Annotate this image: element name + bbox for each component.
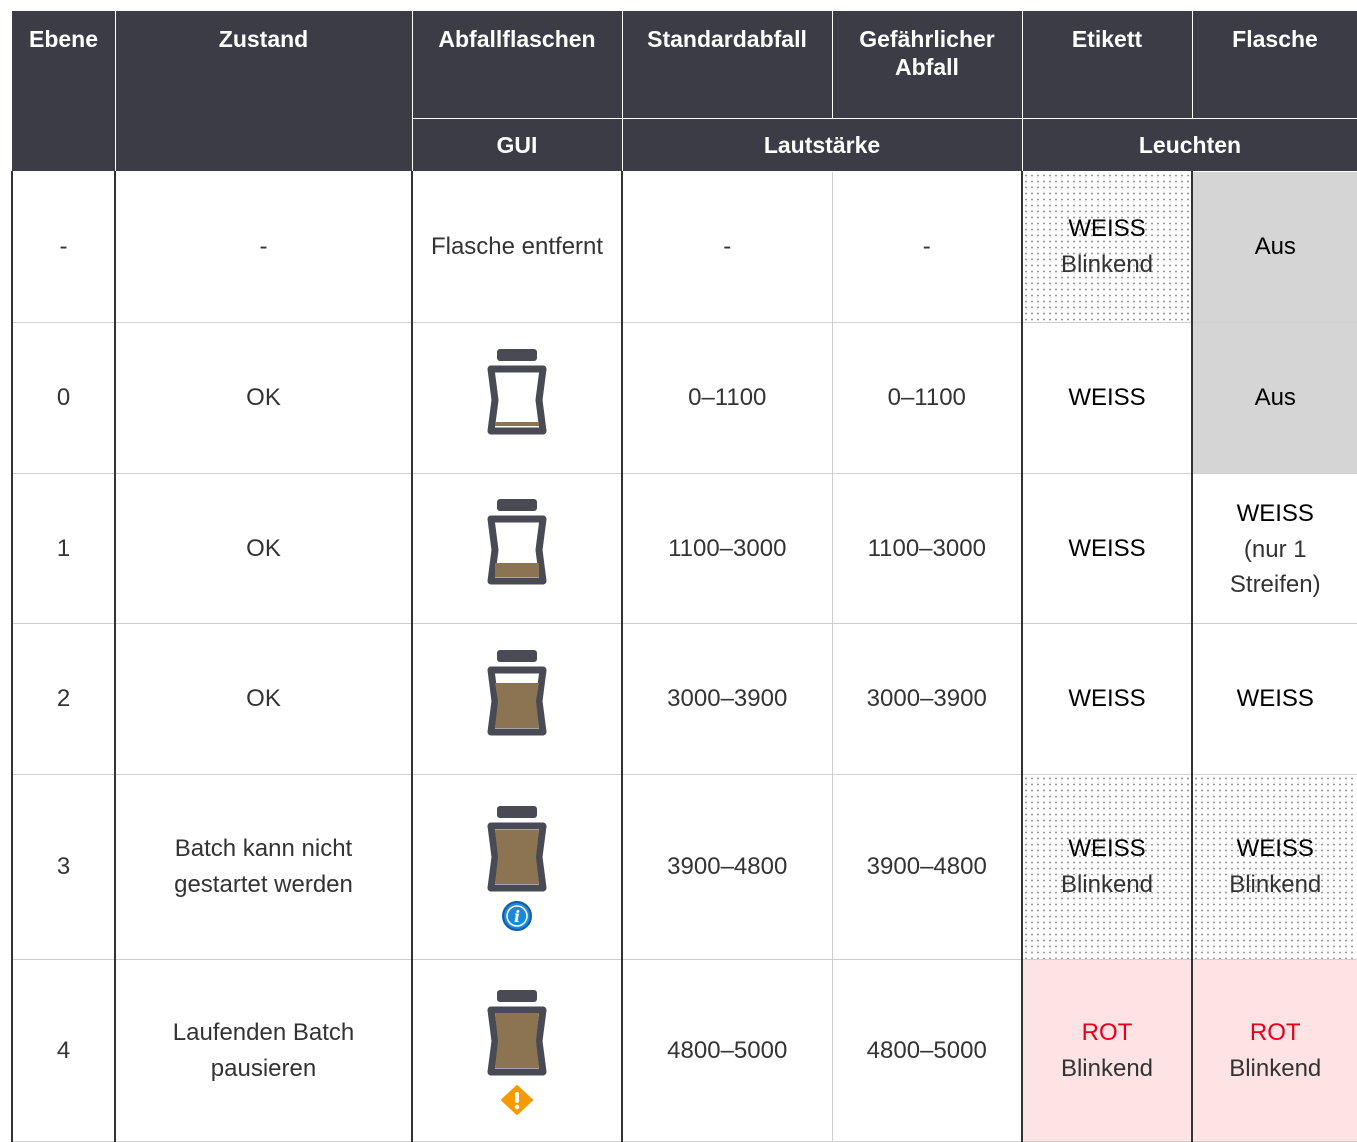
hazardous-volume-cell: - bbox=[831, 171, 1023, 323]
standard-volume-cell: 3000–3900 bbox=[621, 623, 833, 775]
label-light-mode: Blinkend bbox=[1060, 871, 1154, 898]
bottle-light-cell: ROT Blinkend bbox=[1191, 959, 1357, 1142]
header-hazardous-waste: Gefährlicher Abfall bbox=[831, 10, 1023, 119]
table-row: 4 Laufenden Batch pausieren 4800–5000 48… bbox=[11, 959, 1357, 1142]
gui-icon-stack bbox=[479, 986, 555, 1116]
header-waste-bottles: Abfallflaschen bbox=[411, 10, 623, 119]
bottle-light-cell: WEISS bbox=[1191, 623, 1357, 775]
gui-cell bbox=[411, 959, 623, 1142]
table-row: 0 OK 0–1100 0–1100 WEISS Aus bbox=[11, 322, 1357, 474]
table-row: 1 OK 1100–3000 1100–3000 WEISS WEISS (nu… bbox=[11, 473, 1357, 624]
level-cell: 3 bbox=[11, 774, 116, 960]
table-row: 2 OK 3000–3900 3000–3900 WEISS WEISS bbox=[11, 623, 1357, 775]
table-row: 3 Batch kann nicht gestartet werden i 39… bbox=[11, 774, 1357, 960]
table-row: - - Flasche entfernt - - WEISS Blinkend … bbox=[11, 171, 1357, 323]
state-cell: OK bbox=[114, 623, 413, 775]
header-volume: Lautstärke bbox=[621, 118, 1023, 172]
label-light-mode: Blinkend bbox=[1060, 1054, 1154, 1082]
hazardous-volume-cell: 1100–3000 bbox=[831, 473, 1023, 624]
level-cell: 2 bbox=[11, 623, 116, 775]
bottle-level-3-icon bbox=[487, 806, 547, 892]
label-light-cell: WEISS Blinkend bbox=[1021, 774, 1193, 960]
header-state: Zustand bbox=[114, 10, 413, 172]
waste-level-table: Ebene Zustand Abfallflaschen Standardabf… bbox=[11, 10, 1357, 1142]
label-light-color: WEISS bbox=[1068, 835, 1146, 862]
bottle-light-color: Aus bbox=[1254, 233, 1296, 260]
label-light-cell: ROT Blinkend bbox=[1021, 959, 1193, 1142]
gui-cell: Flasche entfernt bbox=[411, 171, 623, 323]
bottle-light-color: WEISS bbox=[1236, 835, 1314, 862]
level-cell: - bbox=[11, 171, 116, 323]
warning-icon bbox=[501, 1084, 533, 1115]
header-gui: GUI bbox=[411, 118, 623, 172]
state-text: Batch kann nicht gestartet werden bbox=[174, 835, 353, 898]
standard-volume-cell: 4800–5000 bbox=[621, 959, 833, 1142]
bottle-level-4-icon bbox=[487, 989, 547, 1075]
state-cell: Laufenden Batch pausieren bbox=[114, 959, 413, 1142]
gui-cell bbox=[411, 473, 623, 624]
standard-volume-cell: 1100–3000 bbox=[621, 473, 833, 624]
bottle-level-0-icon bbox=[487, 348, 547, 434]
standard-volume-cell: - bbox=[621, 171, 833, 323]
state-cell: Batch kann nicht gestartet werden bbox=[114, 774, 413, 960]
state-cell: OK bbox=[114, 473, 413, 624]
svg-text:i: i bbox=[514, 907, 520, 926]
bottle-light-cell: WEISS (nur 1 Streifen) bbox=[1191, 473, 1357, 624]
bottle-light-mode: (nur 1 Streifen) bbox=[1229, 535, 1321, 598]
header-bottle: Flasche bbox=[1191, 10, 1357, 119]
hazardous-volume-cell: 4800–5000 bbox=[831, 959, 1023, 1142]
bottle-level-2-icon bbox=[487, 649, 547, 735]
label-light-color: WEISS bbox=[1068, 534, 1146, 562]
header-label: Etikett bbox=[1021, 10, 1193, 119]
info-icon: i bbox=[502, 901, 532, 931]
level-cell: 0 bbox=[11, 322, 116, 474]
gui-icon-stack: i bbox=[479, 802, 555, 932]
hazardous-volume-cell: 0–1100 bbox=[831, 322, 1023, 474]
level-cell: 1 bbox=[11, 473, 116, 624]
label-light-color: WEISS bbox=[1068, 384, 1146, 411]
gui-cell: i bbox=[411, 774, 623, 960]
bottle-light-cell: Aus bbox=[1191, 322, 1357, 474]
standard-volume-cell: 3900–4800 bbox=[621, 774, 833, 960]
bottle-light-color: ROT bbox=[1249, 1018, 1301, 1046]
state-text: Laufenden Batch pausieren bbox=[172, 1018, 355, 1082]
label-light-mode: Blinkend bbox=[1060, 251, 1154, 278]
gui-cell bbox=[411, 322, 623, 474]
label-light-cell: WEISS bbox=[1021, 623, 1193, 775]
bottle-light-cell: Aus bbox=[1191, 171, 1357, 323]
bottle-light-color: WEISS bbox=[1236, 499, 1314, 527]
level-cell: 4 bbox=[11, 959, 116, 1142]
label-light-color: WEISS bbox=[1068, 685, 1146, 712]
label-light-color: ROT bbox=[1081, 1018, 1133, 1046]
bottle-light-cell: WEISS Blinkend bbox=[1191, 774, 1357, 960]
header-standard-waste: Standardabfall bbox=[621, 10, 833, 119]
bottle-light-color: Aus bbox=[1254, 384, 1296, 411]
label-light-color: WEISS bbox=[1068, 215, 1146, 242]
bottle-level-1-icon bbox=[487, 499, 547, 585]
bottle-light-mode: Blinkend bbox=[1229, 871, 1322, 898]
header-level: Ebene bbox=[11, 10, 116, 172]
label-light-cell: WEISS bbox=[1021, 473, 1193, 624]
bottle-light-color: WEISS bbox=[1236, 685, 1314, 712]
state-cell: - bbox=[114, 171, 413, 323]
gui-cell bbox=[411, 623, 623, 775]
label-light-cell: WEISS Blinkend bbox=[1021, 171, 1193, 323]
label-light-cell: WEISS bbox=[1021, 322, 1193, 474]
hazardous-volume-cell: 3000–3900 bbox=[831, 623, 1023, 775]
standard-volume-cell: 0–1100 bbox=[621, 322, 833, 474]
header-lights: Leuchten bbox=[1021, 118, 1357, 172]
bottle-light-mode: Blinkend bbox=[1229, 1054, 1322, 1082]
state-cell: OK bbox=[114, 322, 413, 474]
hazardous-volume-cell: 3900–4800 bbox=[831, 774, 1023, 960]
header-row-1: Ebene Zustand Abfallflaschen Standardabf… bbox=[11, 10, 1357, 172]
